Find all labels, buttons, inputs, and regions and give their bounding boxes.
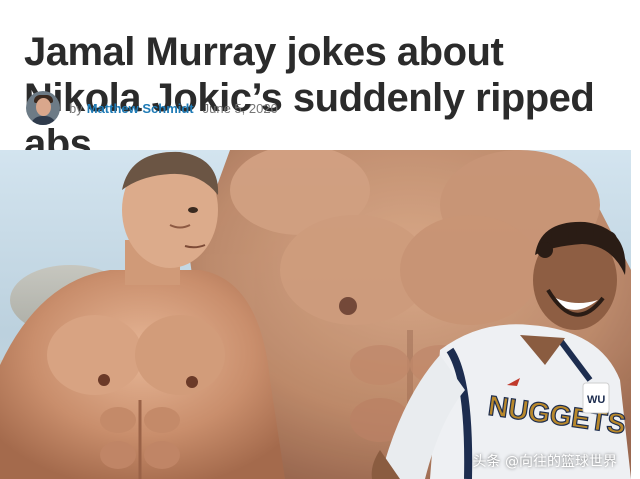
author-link[interactable]: Matthew Schmidt (87, 101, 194, 116)
byline-prefix: by (69, 100, 83, 116)
hero-illustration: NUGGETS WU (0, 150, 631, 479)
publish-date: June 5, 2020 (202, 100, 278, 116)
byline: by Matthew Schmidt June 5, 2020 (26, 90, 278, 126)
hero-image: NUGGETS WU 头条 @向往的篮球世界 (0, 150, 631, 479)
sponsor-patch: WU (587, 394, 605, 406)
author-avatar[interactable] (26, 91, 60, 125)
watermark: 头条 @向往的篮球世界 (472, 454, 617, 470)
